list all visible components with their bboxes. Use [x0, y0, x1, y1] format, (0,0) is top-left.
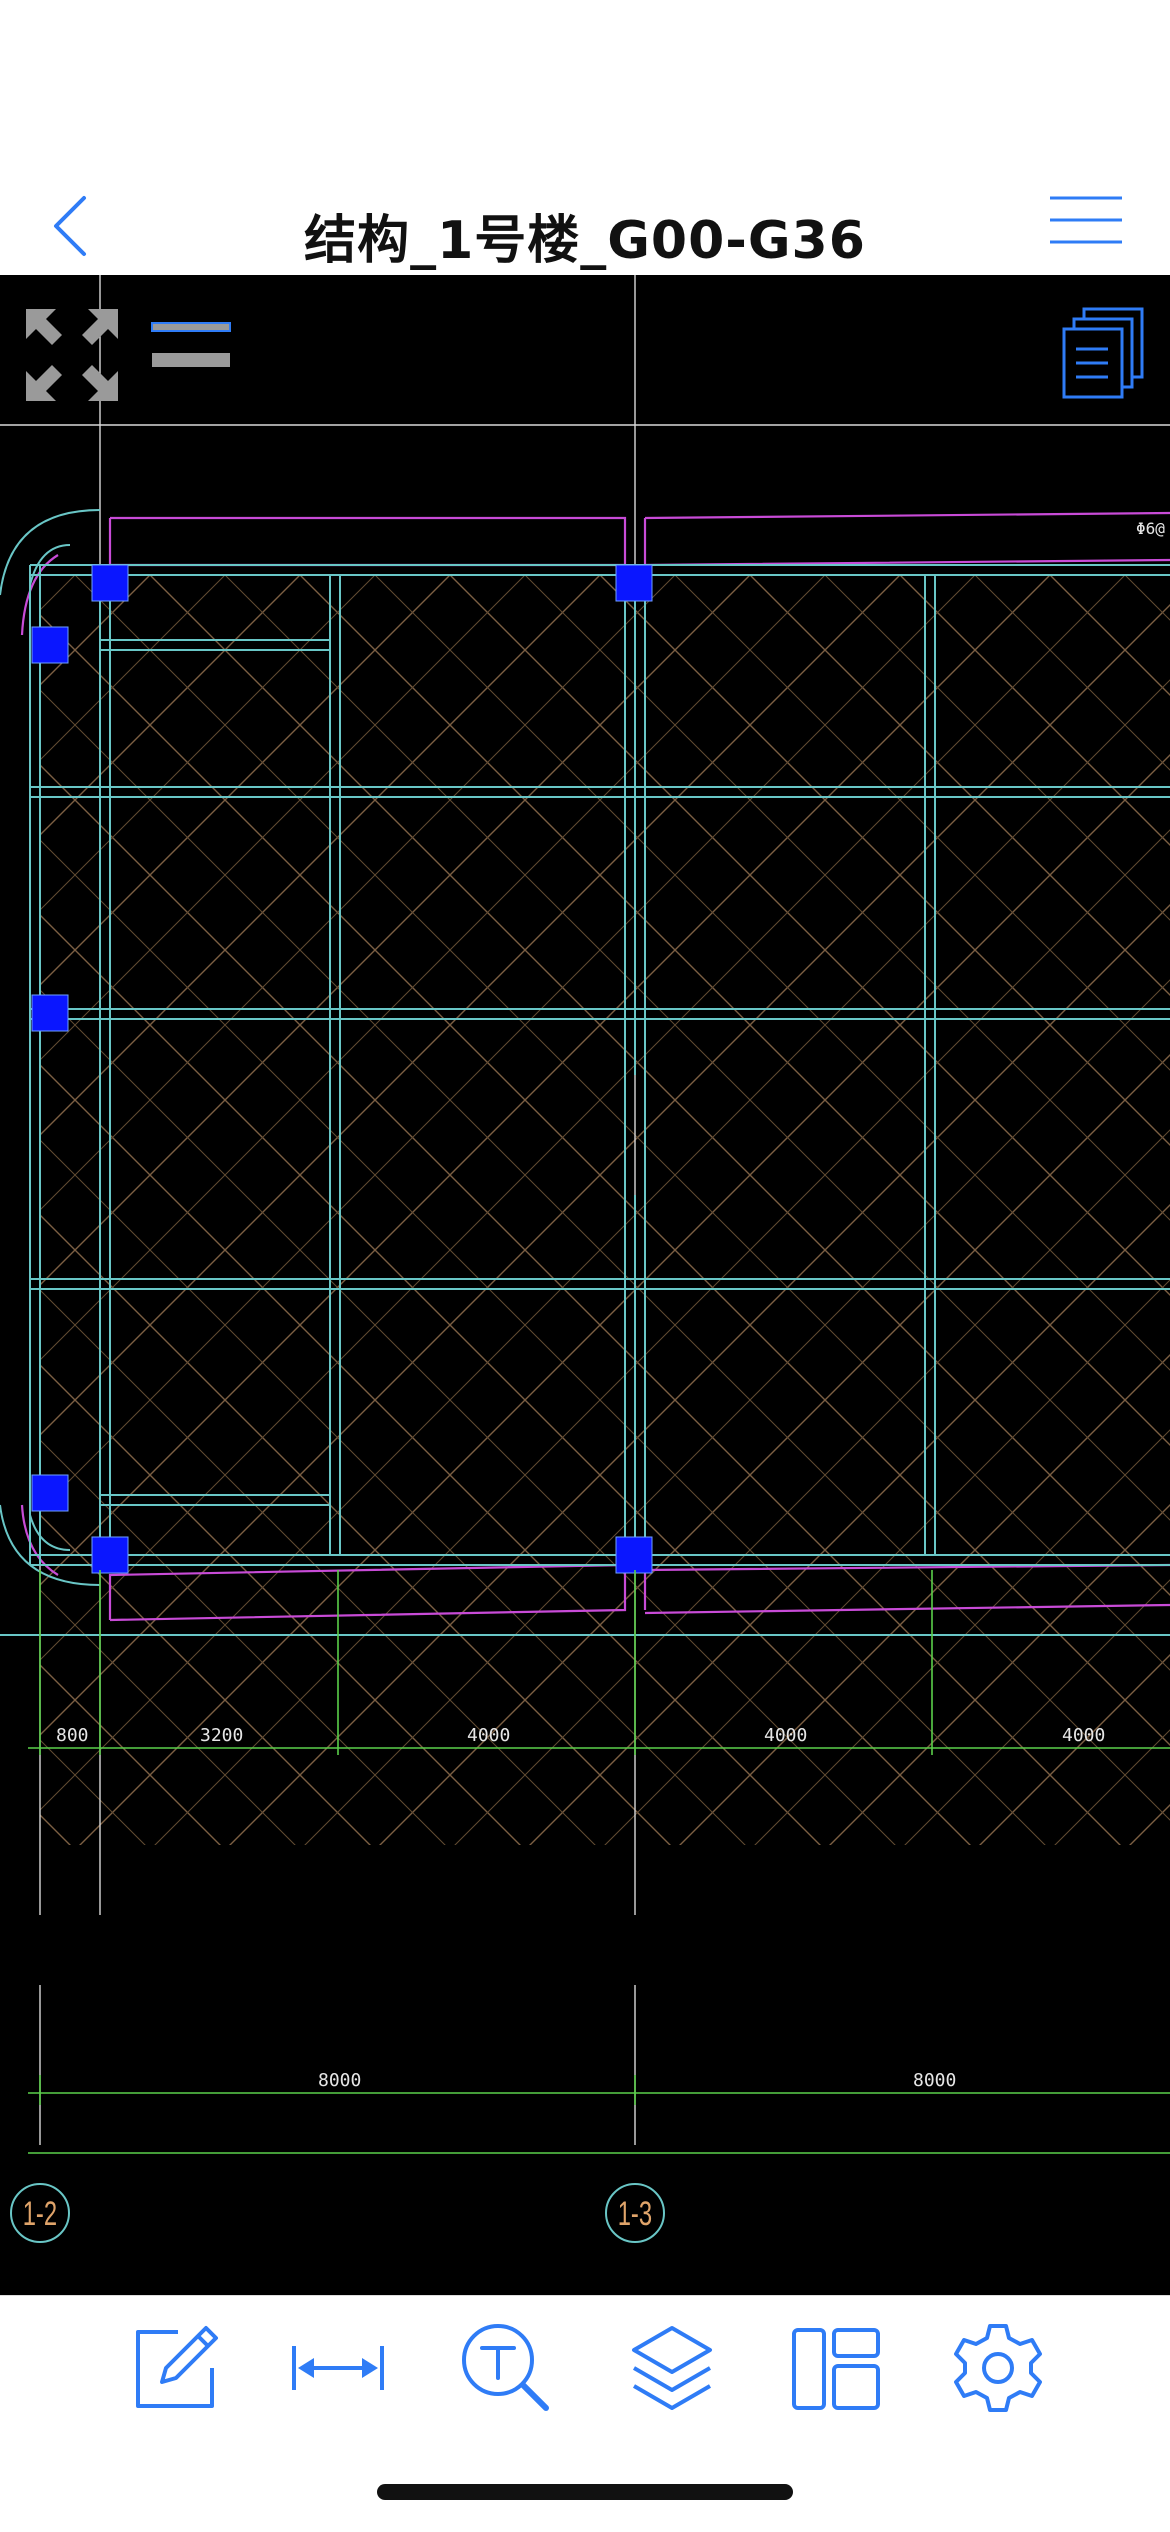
page-title: 结构_1号楼_G00-G36	[304, 211, 866, 271]
annotate-button[interactable]	[124, 2318, 224, 2418]
menu-button[interactable]	[1046, 180, 1126, 260]
text-search-button[interactable]	[456, 2318, 556, 2418]
text-search-icon	[462, 2324, 549, 2411]
settings-gear-icon	[954, 2324, 1042, 2412]
column	[31, 626, 69, 664]
status-bar	[0, 0, 1170, 170]
home-indicator[interactable]	[377, 2484, 793, 2500]
layout-panels-icon	[792, 2328, 880, 2410]
dimension-label: 8000	[913, 2070, 956, 2091]
dimension-label: 4000	[1062, 1725, 1105, 1746]
dimension-label: 800	[56, 1725, 89, 1746]
measure-arrows-icon	[292, 2346, 384, 2390]
line-weight-icon	[151, 322, 231, 367]
expand-arrows-icon	[26, 309, 118, 401]
axis-bubble-1-2: 1-2	[10, 2183, 70, 2243]
axis-bubble-1-3: 1-3	[605, 2183, 665, 2243]
edit-pencil-icon	[136, 2326, 218, 2408]
column	[615, 564, 653, 602]
column	[91, 1536, 129, 1574]
slab-hatch	[40, 575, 1170, 1845]
column	[615, 1536, 653, 1574]
layers-button[interactable]	[622, 2318, 722, 2418]
column	[91, 564, 129, 602]
fullscreen-button[interactable]	[22, 305, 122, 405]
dimension-label: 4000	[467, 1725, 510, 1746]
axis-label: 1-3	[618, 2195, 652, 2233]
dimension-label: 4000	[764, 1725, 807, 1746]
measure-button[interactable]	[288, 2318, 388, 2418]
bottom-toolbar	[0, 2295, 1170, 2466]
navigation-bar: 结构_1号楼_G00-G36	[0, 170, 1170, 276]
stacked-sheets-icon	[1062, 307, 1144, 399]
cad-drawing[interactable]: Φ6@ 800 3200 4000 4000 4000 8000 8000 1-…	[0, 275, 1170, 2295]
dimension-label: 3200	[200, 1725, 243, 1746]
line-weight-button[interactable]	[148, 315, 234, 375]
column	[31, 1474, 69, 1512]
dimension-label: 8000	[318, 2070, 361, 2091]
axis-label: 1-2	[23, 2195, 57, 2233]
hamburger-menu-icon	[1050, 196, 1122, 244]
sheet-list-button[interactable]	[1058, 305, 1148, 401]
column	[31, 994, 69, 1032]
drawing-canvas[interactable]: Φ6@ 800 3200 4000 4000 4000 8000 8000 1-…	[0, 275, 1170, 2295]
rebar-annotation: Φ6@	[1136, 519, 1165, 538]
layers-icon	[632, 2326, 712, 2410]
settings-button[interactable]	[948, 2318, 1048, 2418]
layout-button[interactable]	[786, 2318, 886, 2418]
